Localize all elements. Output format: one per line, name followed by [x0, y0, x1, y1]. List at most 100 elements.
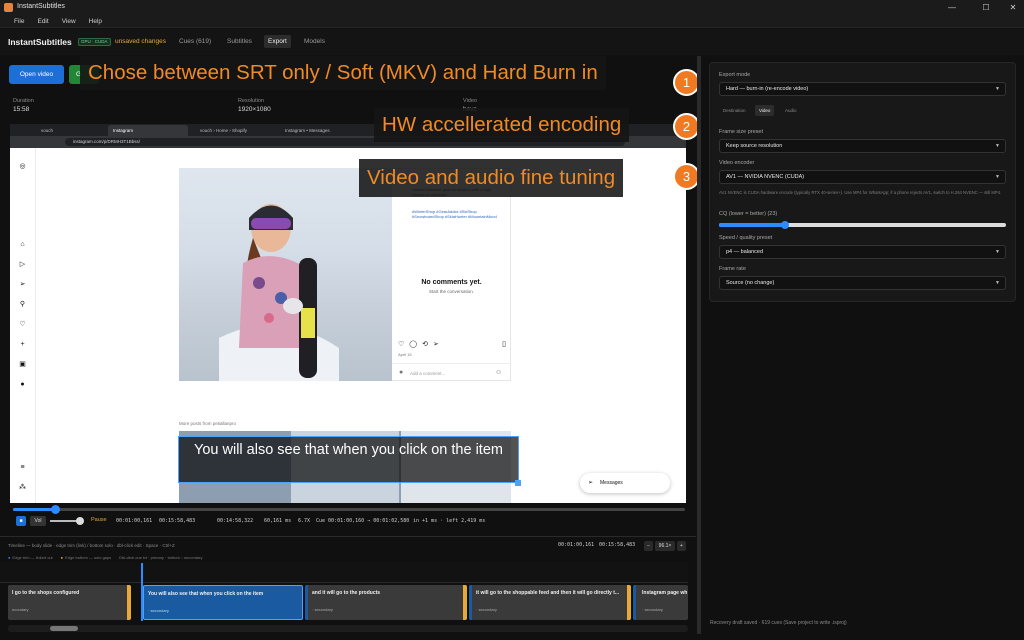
instagram-sidebar: ◎ ⌂ ▷ ➢ ⚲ ♡ + ▣ ● ≡ ⁂	[10, 148, 36, 503]
cue-secondary: · secondary	[642, 607, 663, 612]
menu-bar: File Edit View Help	[0, 15, 1024, 28]
browser-tab: Instagram • Messages	[285, 128, 330, 133]
cue-offset: in +1 ms · left 2,419 ms	[413, 518, 486, 524]
playback-state: Pause	[91, 517, 107, 523]
callout-2: HW accellerated encoding	[374, 108, 630, 142]
volume-button[interactable]: Vol	[30, 516, 46, 526]
frame-size-label: Frame size preset	[719, 129, 764, 135]
zoom-in-button[interactable]: +	[677, 541, 686, 551]
messages-label: Messages	[600, 480, 623, 486]
frame-rate-select[interactable]: Source (no change) ▼	[719, 276, 1006, 290]
duration-value: 15:58	[13, 106, 30, 113]
timeline-ruler[interactable]	[0, 563, 688, 583]
zoom-level[interactable]: 96.1×	[655, 541, 675, 551]
chevron-down-icon: ▼	[995, 174, 1000, 180]
browser-tab: vouch › Home › Shopify	[200, 128, 248, 133]
search-icon: ⚲	[19, 301, 26, 308]
open-video-button[interactable]: Open video	[9, 65, 64, 84]
cue-secondary: · secondary	[148, 608, 169, 613]
app-icon	[4, 3, 13, 12]
brand-title: InstantSubtitles	[8, 37, 72, 47]
menu-file[interactable]: File	[14, 18, 24, 25]
chevron-down-icon: ▼	[995, 280, 1000, 286]
callout-badge-1: 1	[673, 69, 700, 96]
subtab-video[interactable]: Video	[755, 105, 775, 116]
cq-slider-handle[interactable]	[781, 221, 789, 229]
menu-edit[interactable]: Edit	[37, 18, 48, 25]
start-conversation-text: Start the conversation.	[428, 289, 475, 294]
cue-edge[interactable]	[627, 585, 631, 620]
bookmark-icon: ▯	[502, 341, 506, 348]
video-encoder-select[interactable]: AV1 — NVIDIA NVENC (CUDA) ▼	[719, 170, 1006, 184]
scrollbar-thumb[interactable]	[50, 626, 78, 631]
timeline-cue[interactable]: Instagram page wh · secondary	[633, 585, 688, 620]
menu-help[interactable]: Help	[89, 18, 102, 25]
timeline-time-total: 00:15:58,483	[599, 542, 636, 548]
subtab-destination[interactable]: Destination	[719, 105, 750, 116]
frame-rate-label: Frame rate	[719, 266, 746, 272]
tab-subtitles[interactable]: Subtitles	[223, 35, 256, 48]
timeline-scrollbar[interactable]	[8, 625, 688, 632]
panel-splitter[interactable]	[697, 56, 701, 634]
timeline-cue[interactable]: it will go to the shoppable feed and the…	[469, 585, 631, 620]
seek-handle[interactable]	[51, 505, 61, 514]
tab-export[interactable]: Export	[264, 35, 291, 48]
instagram-logo-icon: ◎	[19, 163, 26, 170]
zoom-out-button[interactable]: −	[644, 541, 653, 551]
export-mode-label: Export mode	[719, 72, 751, 78]
timeline-cue[interactable]: and it will go to the products · seconda…	[305, 585, 467, 620]
preset-select[interactable]: p4 — balanced ▼	[719, 245, 1006, 259]
cue-edge[interactable]	[305, 585, 308, 620]
legend-linked: Edge trim — linked cut	[12, 555, 53, 560]
export-mode-select[interactable]: Hard — burn-in (re-encode video) ▼	[719, 82, 1006, 96]
timeline-time-current: 00:01:00,161	[558, 542, 595, 548]
encoder-note: AV1 NVENC is CUDA hardware encode (typic…	[719, 190, 1002, 195]
subtab-audio[interactable]: Audio	[781, 105, 801, 116]
post-hashtags: #WinterShop #GearAddict #SkiShop #Snowbo…	[412, 209, 497, 219]
gpu-badge: GPU · CUDA	[78, 38, 111, 46]
volume-handle[interactable]	[76, 517, 84, 525]
post-date: April 15	[398, 352, 412, 357]
subtitle-overlay[interactable]: You will also see that when you click on…	[178, 436, 519, 483]
callout-badge-2: 2	[673, 113, 700, 140]
threads-icon: ⁂	[19, 484, 26, 491]
dashboard-icon: ▣	[19, 361, 26, 368]
post-photo	[179, 168, 392, 381]
video-codec-label: Video	[463, 98, 477, 104]
video-encoder-label: Video encoder	[719, 160, 755, 166]
tab-cues[interactable]: Cues (619)	[175, 35, 215, 48]
subtitle-resize-handle[interactable]	[515, 480, 521, 486]
timeline-cue[interactable]: l go to the shops configured econdary	[8, 585, 131, 620]
frame-size-select[interactable]: Keep source resolution ▼	[719, 139, 1006, 153]
timeline-playhead[interactable]	[141, 563, 143, 621]
unsaved-indicator: unsaved changes	[115, 38, 166, 45]
playback-speed: 6.7X	[298, 518, 311, 524]
post-details-panel: Current forecast: gear temptation with a…	[392, 168, 511, 381]
no-comments-text: No comments yet.	[421, 279, 482, 286]
timeline-help: Timeline — body slide · edge trim (link)…	[8, 543, 175, 548]
tab-models[interactable]: Models	[300, 35, 329, 48]
frame-size-value: Keep source resolution	[726, 143, 783, 149]
maximize-icon[interactable]: ☐	[980, 2, 992, 13]
cue-edge[interactable]	[127, 585, 131, 620]
cue-secondary: econdary	[12, 607, 29, 612]
cq-slider[interactable]	[719, 221, 1006, 229]
close-icon[interactable]: ✕	[1007, 2, 1019, 13]
chevron-down-icon: ▼	[995, 86, 1000, 92]
status-line: Recovery draft saved · 619 cues (Save pr…	[710, 620, 847, 626]
callout-badge-3: 3	[673, 163, 700, 190]
menu-view[interactable]: View	[62, 18, 76, 25]
minimize-icon[interactable]: —	[946, 2, 958, 13]
timeline-cue-selected[interactable]: You will also see that when you click on…	[143, 585, 303, 620]
resolution-value: 1920×1080	[238, 106, 271, 113]
cue-edge[interactable]	[463, 585, 467, 620]
remaining-time: 00:14:58,322	[217, 518, 254, 524]
legend-dot-icon: ●	[8, 555, 11, 560]
duration-label: Duration	[13, 98, 34, 104]
cue-edge[interactable]	[469, 585, 472, 620]
legend-dot-icon: ●	[60, 555, 64, 560]
cq-slider-fill	[719, 223, 785, 227]
stop-button[interactable]: ■	[16, 516, 26, 526]
seek-bar[interactable]	[13, 505, 685, 514]
cue-edge[interactable]	[633, 585, 636, 620]
